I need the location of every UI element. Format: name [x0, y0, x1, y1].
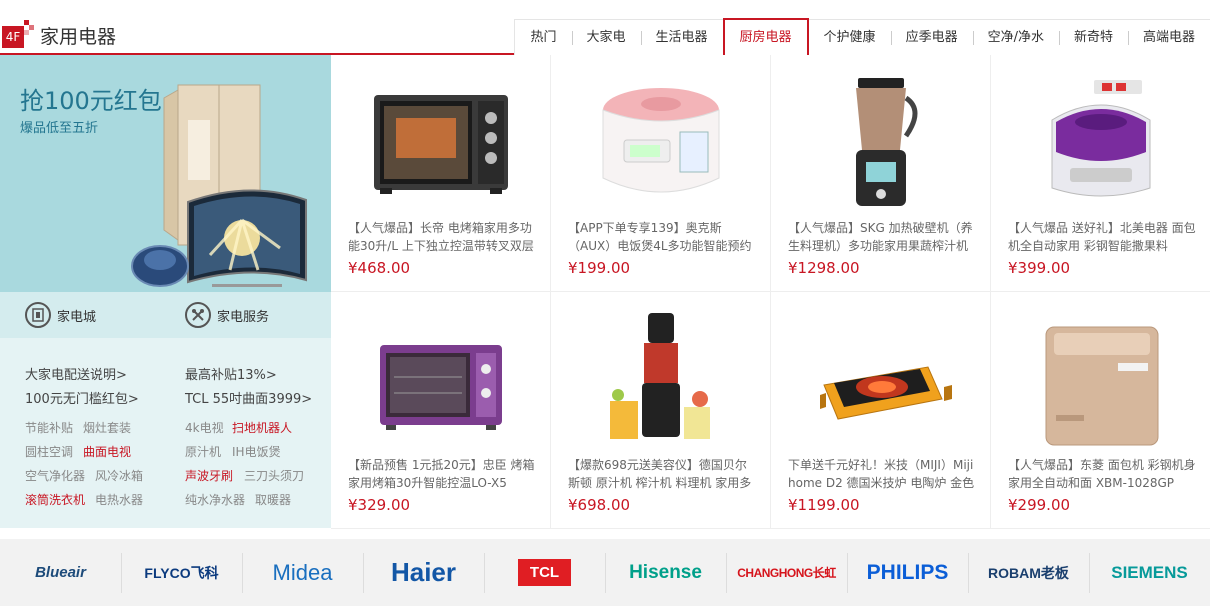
product-name: 【新品预售 1元抵20元】忠臣 烤箱家用烤箱30升智能控温LO-X5: [348, 458, 535, 490]
link-triple-shaver[interactable]: 三刀头须刀: [244, 467, 304, 484]
link-slow-juicer[interactable]: 原汁机: [185, 443, 221, 460]
brand-logo-tcl[interactable]: TCL: [484, 539, 605, 606]
product-price: ¥468.00: [348, 259, 411, 277]
link-column-ac[interactable]: 圆柱空调: [25, 443, 73, 460]
bread-maker-gold-icon: [1045, 326, 1159, 446]
product-price: ¥399.00: [1008, 259, 1071, 277]
brand-name: TCL: [517, 559, 572, 586]
product-name: 【APP下单专享139】奥克斯（AUX）电饭煲4L多功能智能预约: [568, 221, 752, 253]
brand-logo-hisense[interactable]: Hisense: [605, 539, 726, 606]
product-price: ¥299.00: [1008, 496, 1071, 514]
brand-name: Midea: [272, 559, 333, 585]
oven-purple-icon: [380, 345, 502, 430]
product-price: ¥1199.00: [788, 496, 860, 514]
brand-logo-flyco[interactable]: FLYCO飞科: [121, 539, 242, 606]
link-air-purifier[interactable]: 空气净化器: [25, 467, 85, 484]
link-subsidy[interactable]: 最高补贴13%>: [185, 364, 277, 383]
link-water-purifier[interactable]: 纯水净水器: [185, 491, 245, 508]
promo-banner[interactable]: 抢100元红包 爆品低至五折: [0, 55, 331, 292]
brand-name: Hisense: [629, 561, 702, 583]
link-heater[interactable]: 取暖器: [255, 491, 291, 508]
brand-name: ROBAM老板: [988, 564, 1069, 581]
tab-kitchen-appliances[interactable]: 厨房电器: [722, 18, 809, 55]
product-name: 【人气爆品】东菱 面包机 彩钢机身 家用全自动和面 XBM-1028GP: [1008, 458, 1196, 490]
tab-seasonal[interactable]: 应季电器: [890, 20, 973, 55]
product-name: 【爆款698元送美容仪】德国贝尔斯顿 原汁机 榨汁机 料理机 家用多: [568, 458, 752, 490]
product-name: 【人气爆品】SKG 加热破壁机（养生料理机）多功能家用果蔬榨汁机: [788, 221, 973, 253]
product-card[interactable]: 【人气爆品 送好礼】北美电器 面包机全自动家用 彩钢智能撒果料 ¥399.00: [991, 55, 1210, 292]
brand-logo-siemens[interactable]: SIEMENS: [1089, 539, 1210, 606]
tab-novelty[interactable]: 新奇特: [1058, 20, 1128, 55]
product-name: 下单送千元好礼！米技（MIJI）Miji home D2 德国米技炉 电陶炉 金…: [788, 458, 975, 490]
brand-name: Haier: [390, 557, 457, 587]
floor-number: 4F: [2, 26, 24, 48]
product-card[interactable]: 下单送千元好礼！米技（MIJI）Miji home D2 德国米技炉 电陶炉 金…: [771, 292, 991, 529]
link-tcl-tv[interactable]: TCL 55吋曲面3999>: [185, 388, 312, 407]
product-card[interactable]: 【APP下单专享139】奥克斯（AUX）电饭煲4L多功能智能预约 ¥199.00: [551, 55, 771, 292]
brand-name: FLYCO飞科: [144, 564, 219, 581]
brand-strip: Blueair FLYCO飞科 Midea Haier TCL Hisense …: [0, 539, 1210, 606]
quick-links: 大家电配送说明> 最高补贴13%> 100元无门槛红包> TCL 55吋曲面39…: [0, 338, 331, 528]
services-bar: 家电城 家电服务: [0, 292, 331, 338]
brand-logo-midea[interactable]: Midea: [242, 539, 363, 606]
brand-name: Blueair: [35, 564, 86, 581]
appliance-service-label: 家电服务: [217, 309, 270, 325]
appliance-mall-label: 家电城: [57, 309, 97, 325]
tab-large-appliances[interactable]: 大家电: [571, 20, 641, 55]
product-card[interactable]: 【人气爆品】SKG 加热破壁机（养生料理机）多功能家用果蔬榨汁机 ¥1298.0…: [771, 55, 991, 292]
product-grid: 【人气爆品】长帝 电烤箱家用多功能30升/L 上下独立控温带转叉双层 ¥468.…: [331, 55, 1210, 529]
product-price: ¥199.00: [568, 259, 631, 277]
brand-name: SIEMENS: [1111, 562, 1188, 582]
appliance-collage-image: [131, 84, 307, 287]
link-energy-subsidy[interactable]: 节能补贴: [25, 419, 73, 436]
tab-living-appliances[interactable]: 生活电器: [640, 20, 723, 55]
link-ih-rice-cooker[interactable]: IH电饭煲: [232, 443, 281, 460]
tab-personal-care[interactable]: 个护健康: [808, 20, 891, 55]
category-tabs: 热门 大家电 生活电器 厨房电器 个护健康 应季电器 空净/净水 新奇特 高端电…: [514, 18, 1210, 55]
brand-logo-changhong[interactable]: CHANGHONG长虹: [726, 539, 847, 606]
floor-badge: 4F: [2, 20, 34, 48]
product-name: 【人气爆品】长帝 电烤箱家用多功能30升/L 上下独立控温带转叉双层: [348, 221, 534, 253]
appliance-mall-link[interactable]: 家电城: [25, 302, 96, 328]
tab-hot[interactable]: 热门: [515, 20, 572, 55]
brand-logo-philips[interactable]: PHILIPS: [847, 539, 968, 606]
link-curved-tv[interactable]: 曲面电视: [83, 443, 131, 460]
product-card[interactable]: 【人气爆品】长帝 电烤箱家用多功能30升/L 上下独立控温带转叉双层 ¥468.…: [331, 55, 551, 292]
brand-name: PHILIPS: [866, 560, 949, 584]
product-card[interactable]: 【人气爆品】东菱 面包机 彩钢机身 家用全自动和面 XBM-1028GP ¥29…: [991, 292, 1210, 529]
appliance-service-link[interactable]: 家电服务: [185, 302, 269, 328]
link-water-heater[interactable]: 电热水器: [95, 491, 143, 508]
floor-header: 4F 家用电器 热门 大家电 生活电器 厨房电器 个护健康 应季电器 空净/净水…: [0, 0, 1210, 55]
tab-air-water-purify[interactable]: 空净/净水: [972, 20, 1059, 55]
store-icon: [25, 302, 51, 328]
juicer-icon: [610, 313, 710, 439]
product-price: ¥698.00: [568, 496, 631, 514]
floor-title: 家用电器: [40, 26, 117, 48]
product-card[interactable]: 【爆款698元送美容仪】德国贝尔斯顿 原汁机 榨汁机 料理机 家用多 ¥698.…: [551, 292, 771, 529]
tab-premium[interactable]: 高端电器: [1127, 20, 1210, 55]
promo-subtitle: 爆品低至五折: [20, 121, 99, 136]
brand-logo-haier[interactable]: Haier: [363, 539, 484, 606]
blender-icon: [856, 78, 918, 206]
brand-name: CHANGHONG长虹: [737, 566, 836, 580]
product-name: 【人气爆品 送好礼】北美电器 面包机全自动家用 彩钢智能撒果料: [1008, 221, 1196, 253]
link-drum-washer[interactable]: 滚筒洗衣机: [25, 491, 85, 508]
link-sonic-toothbrush[interactable]: 声波牙刷: [185, 467, 233, 484]
induction-cooker-icon: [820, 366, 952, 420]
link-4k-tv[interactable]: 4k电视: [185, 419, 224, 436]
oven-icon: [374, 95, 508, 194]
product-price: ¥1298.00: [788, 259, 860, 277]
brand-logo-blueair[interactable]: Blueair: [0, 539, 121, 606]
product-price: ¥329.00: [348, 496, 411, 514]
tools-icon: [185, 302, 211, 328]
link-red-packet[interactable]: 100元无门槛红包>: [25, 388, 139, 407]
product-card[interactable]: 【新品预售 1元抵20元】忠臣 烤箱家用烤箱30升智能控温LO-X5 ¥329.…: [331, 292, 551, 529]
link-hood-stove-set[interactable]: 烟灶套装: [83, 419, 131, 436]
brand-logo-robam[interactable]: ROBAM老板: [968, 539, 1089, 606]
rice-cooker-icon: [602, 88, 720, 193]
link-robot-vacuum[interactable]: 扫地机器人: [232, 419, 292, 436]
link-delivery-info[interactable]: 大家电配送说明>: [25, 364, 127, 383]
link-air-cooled-fridge[interactable]: 风冷冰箱: [95, 467, 143, 484]
bread-maker-purple-icon: [1051, 80, 1151, 197]
